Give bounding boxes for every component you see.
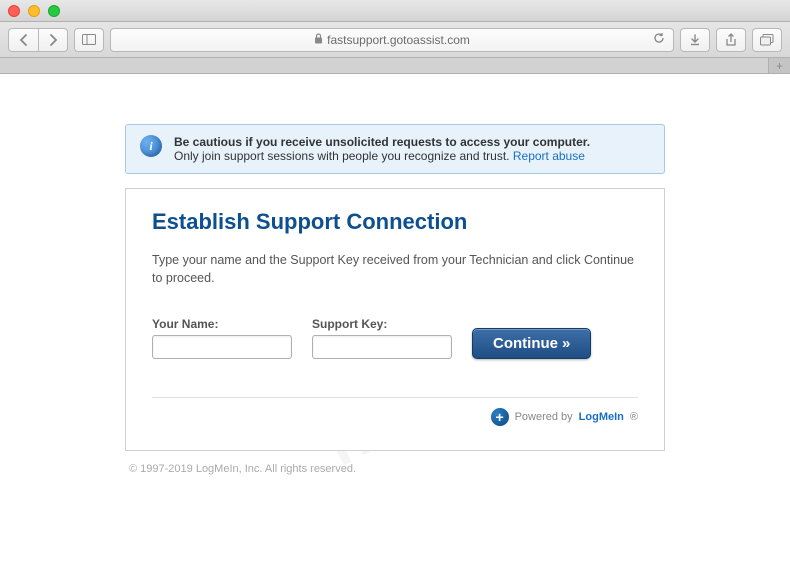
tabs-button[interactable] <box>752 28 782 52</box>
registered-mark: ® <box>630 411 638 423</box>
chevron-left-icon <box>19 34 28 46</box>
page-title: Establish Support Connection <box>152 209 638 235</box>
close-window-button[interactable] <box>8 5 20 17</box>
brand-link[interactable]: LogMeIn <box>579 411 624 423</box>
nav-buttons <box>8 28 68 52</box>
key-field-group: Support Key: <box>312 317 452 359</box>
sidebar-icon <box>82 34 96 45</box>
download-icon <box>689 34 701 46</box>
share-icon <box>725 33 737 47</box>
support-key-input[interactable] <box>312 335 452 359</box>
name-label: Your Name: <box>152 317 292 331</box>
connection-card: Establish Support Connection Type your n… <box>125 188 665 451</box>
back-button[interactable] <box>8 28 38 52</box>
copyright-text: © 1997-2019 LogMeIn, Inc. All rights res… <box>125 463 665 475</box>
plus-icon: + <box>491 408 509 426</box>
window-titlebar <box>0 0 790 22</box>
card-footer: + Powered by LogMeIn ® <box>152 397 638 426</box>
address-bar[interactable]: fastsupport.gotoassist.com <box>110 28 674 52</box>
toolbar-right <box>680 28 782 52</box>
minimize-window-button[interactable] <box>28 5 40 17</box>
reload-button[interactable] <box>653 32 665 47</box>
page-content: PCrisk.com i Be cautious if you receive … <box>0 74 790 573</box>
traffic-lights <box>8 5 60 17</box>
forward-button[interactable] <box>38 28 68 52</box>
name-input[interactable] <box>152 335 292 359</box>
browser-toolbar: fastsupport.gotoassist.com <box>0 22 790 58</box>
key-label: Support Key: <box>312 317 452 331</box>
tab-strip: + <box>0 58 790 74</box>
downloads-button[interactable] <box>680 28 710 52</box>
name-field-group: Your Name: <box>152 317 292 359</box>
caution-bold: Be cautious if you receive unsolicited r… <box>174 135 590 149</box>
connection-form: Your Name: Support Key: Continue» <box>152 317 638 359</box>
info-icon: i <box>140 135 162 157</box>
continue-button[interactable]: Continue» <box>472 328 591 359</box>
caution-text: Only join support sessions with people y… <box>174 149 513 163</box>
reload-icon <box>653 32 665 44</box>
new-tab-button[interactable]: + <box>768 58 790 73</box>
sidebar-button[interactable] <box>74 28 104 52</box>
lock-icon <box>314 33 323 47</box>
share-button[interactable] <box>716 28 746 52</box>
continue-label: Continue <box>493 335 558 352</box>
powered-by-text: Powered by <box>515 411 573 423</box>
chevron-right-icon <box>49 34 58 46</box>
maximize-window-button[interactable] <box>48 5 60 17</box>
url-text: fastsupport.gotoassist.com <box>327 33 470 47</box>
page-description: Type your name and the Support Key recei… <box>152 251 638 287</box>
report-abuse-link[interactable]: Report abuse <box>513 149 585 163</box>
tabs-icon <box>760 34 774 46</box>
caution-banner: i Be cautious if you receive unsolicited… <box>125 124 665 174</box>
